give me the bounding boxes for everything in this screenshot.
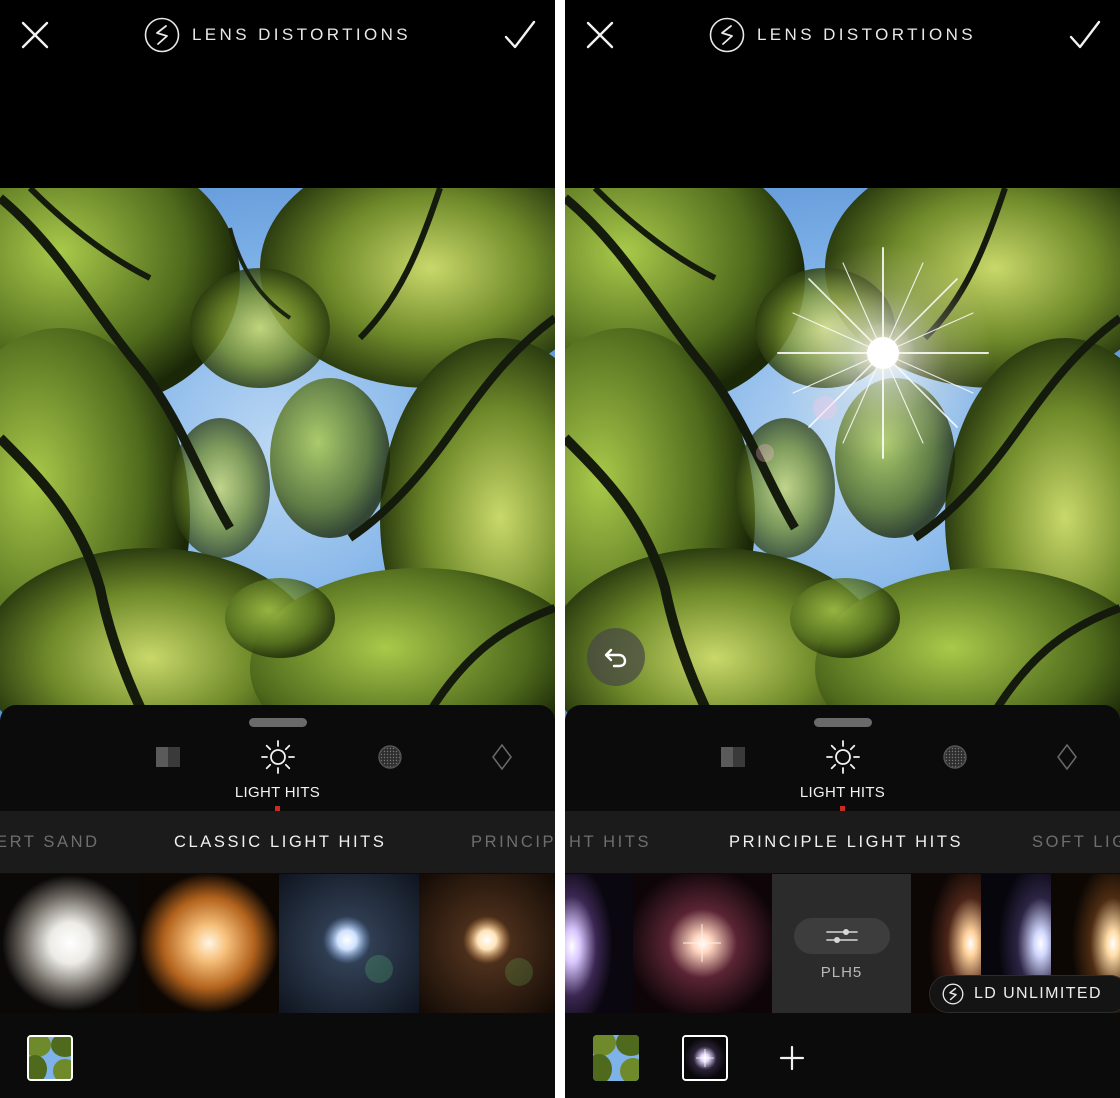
- subcategory-carousel[interactable]: HT HITS PRINCIPLE LIGHT HITS SOFT LIG: [565, 811, 1120, 873]
- preset-thumbnail[interactable]: [565, 874, 633, 1013]
- sliders-icon: [826, 929, 858, 943]
- layer-bar: [565, 1035, 1120, 1085]
- tree-canopy-photo-with-flare: [565, 188, 1120, 728]
- diamond-icon[interactable]: [484, 739, 520, 775]
- checkmark-icon[interactable]: [503, 18, 537, 52]
- undo-button[interactable]: [587, 628, 645, 686]
- checkmark-icon[interactable]: [1068, 18, 1102, 52]
- preset-thumbnail[interactable]: [139, 874, 279, 1013]
- sun-icon[interactable]: [260, 739, 296, 775]
- texture-icon[interactable]: [937, 739, 973, 775]
- subcategory-classic-light-hits[interactable]: HT HITS: [569, 811, 651, 873]
- photo-canvas[interactable]: [565, 188, 1120, 728]
- screen-before: LENS DISTORTIONS LIGHT HITS ERT SAND CLA…: [0, 0, 555, 1098]
- plus-icon: [779, 1045, 805, 1071]
- panel-drag-handle[interactable]: [814, 718, 872, 727]
- preset-thumbnail[interactable]: [633, 874, 772, 1013]
- diamond-icon[interactable]: [1049, 739, 1085, 775]
- flare-layer[interactable]: [682, 1035, 728, 1081]
- base-photo-layer[interactable]: [27, 1035, 73, 1081]
- add-layer-button[interactable]: [769, 1035, 815, 1081]
- ld-unlimited-label: LD UNLIMITED: [974, 985, 1102, 1002]
- app-brand: LENS DISTORTIONS: [565, 16, 1120, 54]
- preset-thumbnail-strip[interactable]: [0, 874, 555, 1013]
- lens-distortions-logo-icon: [942, 983, 964, 1005]
- subcategory-desert-sand[interactable]: ERT SAND: [0, 811, 100, 873]
- lens-distortions-logo-icon: [144, 17, 180, 53]
- subcategory-soft-light-hits[interactable]: SOFT LIG: [1032, 811, 1120, 873]
- app-brand: LENS DISTORTIONS: [0, 16, 555, 54]
- subcategory-carousel[interactable]: ERT SAND CLASSIC LIGHT HITS PRINCIPLE LI…: [0, 811, 555, 873]
- tree-canopy-photo: [0, 188, 555, 728]
- top-bar: LENS DISTORTIONS: [0, 0, 555, 72]
- split-tone-icon[interactable]: [150, 739, 186, 775]
- texture-icon[interactable]: [372, 739, 408, 775]
- selected-preset-name: PLH5: [820, 964, 863, 981]
- base-photo-layer[interactable]: [593, 1035, 639, 1081]
- filter-panel: LIGHT HITS HT HITS PRINCIPLE LIGHT HITS …: [565, 705, 1120, 1098]
- preset-thumbnail[interactable]: [419, 874, 555, 1013]
- ld-unlimited-button[interactable]: LD UNLIMITED: [929, 975, 1120, 1013]
- top-bar: LENS DISTORTIONS: [565, 0, 1120, 72]
- layer-bar: [0, 1035, 555, 1085]
- subcategory-principle-light-hits[interactable]: PRINCIPLE LIGHT HITS: [729, 811, 963, 873]
- sun-icon[interactable]: [825, 739, 861, 775]
- subcategory-classic-light-hits[interactable]: CLASSIC LIGHT HITS: [174, 811, 386, 873]
- undo-icon: [604, 648, 627, 668]
- filter-panel: LIGHT HITS ERT SAND CLASSIC LIGHT HITS P…: [0, 705, 555, 1098]
- preset-settings-tile[interactable]: PLH5: [772, 874, 911, 1013]
- preset-thumbnail[interactable]: [0, 874, 139, 1013]
- category-label: LIGHT HITS: [234, 784, 321, 801]
- subcategory-principle-light-hits[interactable]: PRINCIPLE LIGHT HITS: [471, 811, 555, 873]
- app-title: LENS DISTORTIONS: [756, 25, 977, 44]
- category-label: LIGHT HITS: [799, 784, 886, 801]
- lens-distortions-logo-icon: [709, 17, 745, 53]
- split-tone-icon[interactable]: [715, 739, 751, 775]
- photo-canvas[interactable]: [0, 188, 555, 728]
- screen-after: LENS DISTORTIONS LIGHT HITS HT HITS PRIN…: [565, 0, 1120, 1098]
- panel-drag-handle[interactable]: [249, 718, 307, 727]
- app-title: LENS DISTORTIONS: [191, 25, 412, 44]
- preset-thumbnail[interactable]: [279, 874, 419, 1013]
- preset-adjust-button[interactable]: [794, 918, 890, 954]
